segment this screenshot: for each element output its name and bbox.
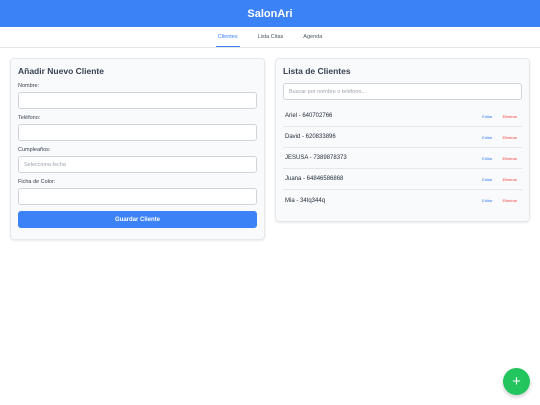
edit-button[interactable]: Editar	[482, 156, 492, 161]
row-actions: Editar Eliminar	[482, 135, 517, 140]
birthday-input[interactable]: Selecciona fecha	[18, 156, 257, 173]
main-content: Añadir Nuevo Cliente Nombre: Teléfono: C…	[0, 48, 540, 250]
phone-label: Teléfono:	[18, 115, 41, 121]
delete-button[interactable]: Eliminar	[503, 114, 517, 119]
birthday-label: Cumpleaños:	[18, 147, 51, 153]
search-input[interactable]: Buscar por nombre o teléfono...	[283, 83, 522, 100]
client-name: Juana - 64846586868	[285, 176, 344, 182]
client-name: JESUSA - 7389878373	[285, 155, 347, 161]
row-actions: Editar Eliminar	[482, 198, 517, 203]
delete-button[interactable]: Eliminar	[503, 198, 517, 203]
row-actions: Editar Eliminar	[482, 177, 517, 182]
new-client-title: Añadir Nuevo Cliente	[18, 66, 104, 76]
edit-button[interactable]: Editar	[482, 177, 492, 182]
client-name: Mia - 34tq344q	[285, 197, 326, 204]
save-client-button[interactable]: Guardar Cliente	[18, 211, 257, 228]
new-client-card: Añadir Nuevo Cliente Nombre: Teléfono: C…	[10, 58, 265, 240]
tab-agenda[interactable]: Agenda	[301, 27, 324, 47]
phone-input[interactable]	[18, 124, 257, 141]
list-item: David - 620833896 Editar Eliminar	[283, 127, 522, 148]
tab-lista-citas[interactable]: Lista Citas	[256, 27, 286, 47]
row-actions: Editar Eliminar	[482, 114, 517, 119]
client-list-card: Lista de Clientes Buscar por nombre o te…	[275, 58, 530, 222]
list-item: Juana - 64846586868 Editar Eliminar	[283, 169, 522, 190]
edit-button[interactable]: Editar	[482, 135, 492, 140]
delete-button[interactable]: Eliminar	[503, 135, 517, 140]
name-input[interactable]	[18, 92, 257, 109]
list-item: JESUSA - 7389878373 Editar Eliminar	[283, 148, 522, 169]
client-name: Ariel - 640702766	[285, 113, 333, 119]
search-placeholder: Buscar por nombre o teléfono...	[289, 88, 367, 95]
delete-button[interactable]: Eliminar	[503, 156, 517, 161]
list-item: Mia - 34tq344q Editar Eliminar	[283, 190, 522, 211]
birthday-placeholder: Selecciona fecha	[24, 161, 66, 168]
row-actions: Editar Eliminar	[482, 156, 517, 161]
add-appointment-button[interactable]: +	[503, 368, 530, 395]
nav-tabs: Clientes Lista Citas Agenda	[0, 27, 540, 48]
app-title: SalonAri	[247, 7, 293, 20]
client-name: David - 620833896	[285, 134, 336, 140]
client-list-title: Lista de Clientes	[283, 66, 351, 76]
plus-icon: +	[512, 373, 521, 390]
edit-button[interactable]: Editar	[482, 114, 492, 119]
app-header: SalonAri	[0, 0, 540, 27]
color-label: Ficha de Color:	[18, 179, 56, 185]
list-item: Ariel - 640702766 Editar Eliminar	[283, 106, 522, 127]
color-input[interactable]	[18, 188, 257, 205]
edit-button[interactable]: Editar	[482, 198, 492, 203]
name-label: Nombre:	[18, 83, 40, 89]
tab-clientes[interactable]: Clientes	[215, 27, 240, 47]
delete-button[interactable]: Eliminar	[503, 177, 517, 182]
